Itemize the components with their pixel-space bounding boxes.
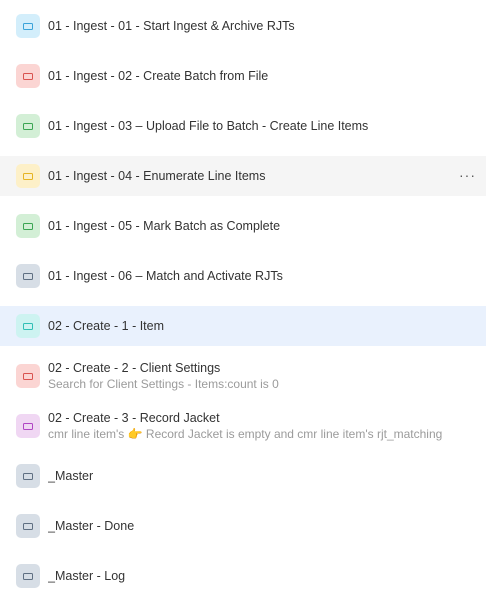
table-icon (16, 64, 40, 88)
list-item-title: _Master - Log (48, 568, 126, 583)
list-item-text: 01 - Ingest - 04 - Enumerate Line Items (48, 169, 486, 184)
list-item[interactable]: 02 - Create - 3 - Record Jacket cmr line … (0, 406, 486, 446)
list-item-text: 01 - Ingest - 03 – Upload File to Batch … (48, 119, 486, 134)
list-item-text: 02 - Create - 3 - Record Jacket cmr line … (48, 411, 486, 441)
list-item-title: 01 - Ingest - 04 - Enumerate Line Items (48, 168, 266, 183)
list-item[interactable]: 02 - Create - 1 - Item (0, 306, 486, 346)
list-item[interactable]: _Master - Log (0, 556, 486, 596)
table-icon (16, 314, 40, 338)
table-icon (16, 414, 40, 438)
list-item[interactable]: 01 - Ingest - 03 – Upload File to Batch … (0, 106, 486, 146)
list-item[interactable]: _Master (0, 456, 486, 496)
list-item[interactable]: 01 - Ingest - 05 - Mark Batch as Complet… (0, 206, 486, 246)
list-item-text: _Master - Log (48, 569, 486, 584)
list-item[interactable]: _Master - Done (0, 506, 486, 546)
list-item-text: 02 - Create - 2 - Client Settings Search … (48, 361, 486, 391)
list-item[interactable]: 01 - Ingest - 02 - Create Batch from Fil… (0, 56, 486, 96)
list-item-title: 01 - Ingest - 05 - Mark Batch as Complet… (48, 218, 281, 233)
list-item-title: 01 - Ingest - 03 – Upload File to Batch … (48, 118, 369, 133)
workflow-list: 01 - Ingest - 01 - Start Ingest & Archiv… (0, 0, 486, 596)
list-item-title: _Master - Done (48, 518, 135, 533)
table-icon (16, 164, 40, 188)
list-item-title: 01 - Ingest - 02 - Create Batch from Fil… (48, 68, 269, 83)
more-options-icon[interactable]: ··· (459, 168, 476, 182)
table-icon (16, 264, 40, 288)
table-icon (16, 564, 40, 588)
list-item-subtitle: cmr line item's 👉 Record Jacket is empty… (48, 427, 443, 441)
list-item-subtitle: Search for Client Settings - Items:count… (48, 377, 279, 391)
list-item-text: 02 - Create - 1 - Item (48, 319, 486, 334)
list-item[interactable]: 01 - Ingest - 06 – Match and Activate RJ… (0, 256, 486, 296)
list-item-title: _Master (48, 468, 94, 483)
list-item-text: 01 - Ingest - 01 - Start Ingest & Archiv… (48, 19, 486, 34)
list-item-text: _Master - Done (48, 519, 486, 534)
list-item-title: 02 - Create - 1 - Item (48, 318, 165, 333)
table-icon (16, 464, 40, 488)
list-item-title: 02 - Create - 3 - Record Jacket (48, 411, 220, 425)
table-icon (16, 214, 40, 238)
table-icon (16, 364, 40, 388)
list-item-title: 01 - Ingest - 01 - Start Ingest & Archiv… (48, 18, 295, 33)
table-icon (16, 514, 40, 538)
list-item[interactable]: 02 - Create - 2 - Client Settings Search … (0, 356, 486, 396)
list-item-text: 01 - Ingest - 06 – Match and Activate RJ… (48, 269, 486, 284)
list-item[interactable]: 01 - Ingest - 04 - Enumerate Line Items ·… (0, 156, 486, 196)
list-item[interactable]: 01 - Ingest - 01 - Start Ingest & Archiv… (0, 6, 486, 46)
table-icon (16, 14, 40, 38)
list-item-text: 01 - Ingest - 02 - Create Batch from Fil… (48, 69, 486, 84)
list-item-title: 02 - Create - 2 - Client Settings (48, 361, 221, 375)
table-icon (16, 114, 40, 138)
list-item-text: 01 - Ingest - 05 - Mark Batch as Complet… (48, 219, 486, 234)
list-item-title: 01 - Ingest - 06 – Match and Activate RJ… (48, 268, 283, 283)
list-item-text: _Master (48, 469, 486, 484)
